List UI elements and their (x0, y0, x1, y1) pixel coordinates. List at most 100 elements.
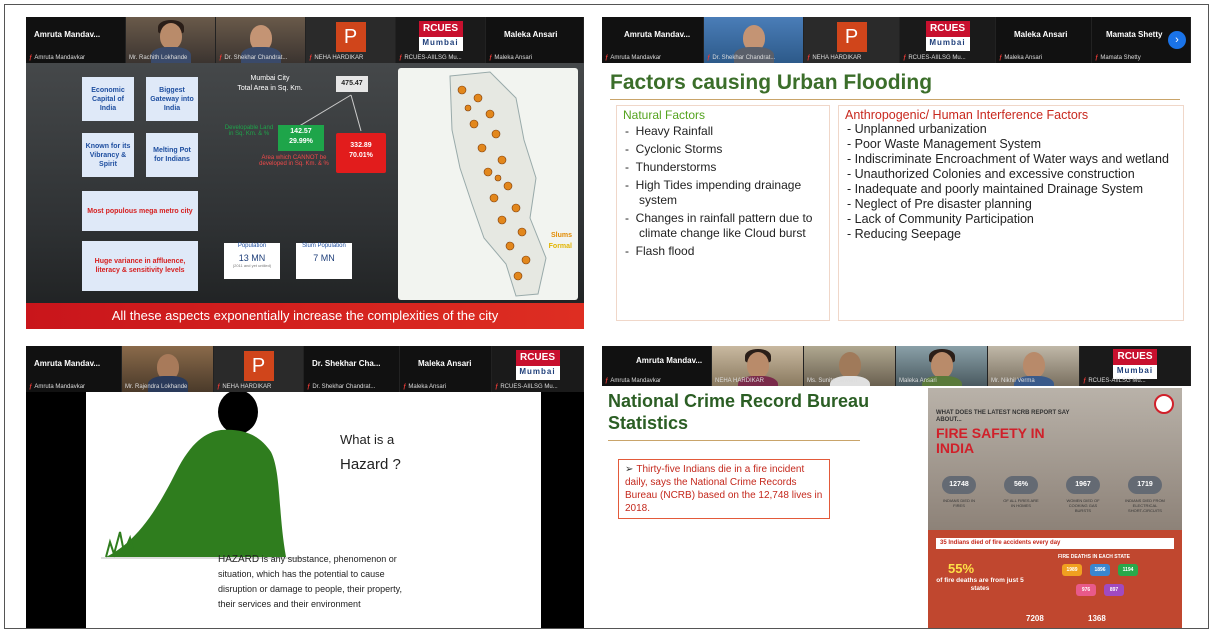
mic-muted-icon: ƒ (399, 55, 403, 61)
developable-box: 142.57 29.99% (278, 125, 324, 151)
participant-tile[interactable]: Mr. Rajendra Lokhande (122, 346, 214, 392)
info-box: Huge variance in affluence, literacy & s… (82, 241, 198, 291)
anthropogenic-factors-box: Anthropogenic/ Human Interference Factor… (838, 105, 1184, 321)
list-item: - Poor Waste Management System (847, 137, 1042, 151)
participant-tile[interactable]: Ms. Sunita Sawant (804, 346, 896, 386)
state-value: 1989 (1062, 564, 1082, 576)
population-box: Population 13 MN (2011 and yet untiled) (224, 243, 280, 279)
mic-muted-icon: ƒ (605, 378, 609, 384)
mic-muted-icon: ƒ (807, 55, 811, 61)
participant-tile[interactable]: P ƒ NEHA HARDIKAR (804, 17, 900, 63)
participant-tile[interactable]: Mamata Shetty ƒ Mamata Shetty › (1092, 17, 1191, 63)
list-item: - Reducing Seepage (847, 227, 961, 241)
participant-tile[interactable]: Maleka Ansari ƒ Maleka Ansari (996, 17, 1092, 63)
mumbai-map: Slums Formal (398, 68, 578, 300)
participant-caption: Mr. Rachith Lokhande (129, 55, 188, 61)
mumbai-map-graphic (449, 71, 547, 297)
ncrb-bullet: ➢ Thirty-five Indians die in a fire incid… (618, 459, 830, 519)
state-value: 1896 (1090, 564, 1110, 576)
mic-muted-icon: ƒ (999, 55, 1003, 61)
bottom-stat: 7208 (1026, 614, 1044, 623)
list-item: - Heavy Rainfall (625, 124, 714, 138)
stat-badge: 1967 (1066, 476, 1100, 494)
legend-slums: Slums (550, 232, 572, 239)
participant-strip: Amruta Mandav... ƒ Amruta Mandavkar NEHA … (602, 346, 1191, 386)
mic-muted-icon: ƒ (309, 55, 313, 61)
stat-label: OF ALL FIRES ARE IN HOMES (1003, 498, 1039, 508)
participant-tile[interactable]: Maleka Ansari ƒ Maleka Ansari (400, 346, 492, 392)
legend-formal: Formal (548, 243, 572, 250)
shared-slide: What is a Hazard ? HAZARD is any substan… (26, 392, 584, 628)
participant-tile[interactable]: RCUES Mumbai ƒ RCUES-AIILSG Mu... (900, 17, 996, 63)
non-developable-label: Area which CANNOT be developed in Sq. Km… (259, 155, 329, 167)
participant-video (1022, 352, 1045, 378)
participant-tile[interactable]: Amruta Mandav... ƒ Amruta Mandavkar (26, 346, 122, 392)
participant-tile[interactable]: P ƒ NEHA HARDIKAR (214, 346, 304, 392)
participant-tile[interactable]: NEHA HARDIKAR (712, 346, 804, 386)
participant-caption: ƒ NEHA HARDIKAR (217, 384, 272, 390)
participant-tile[interactable]: Mr. Nikhil Verma (988, 346, 1080, 386)
participant-tile[interactable]: RCUES Mumbai ƒ RCUES-AIILSG Mu... (492, 346, 584, 392)
seal-icon (1154, 394, 1174, 414)
participant-caption: ƒ NEHA HARDIKAR (309, 55, 364, 61)
rcues-logo: RCUES Mumbai (1113, 349, 1157, 379)
city-label: Mumbai City (250, 75, 290, 82)
participant-caption: ƒ RCUES-AIILSG Mu... (399, 55, 462, 61)
participant-caption: ƒ Amruta Mandavkar (605, 55, 662, 61)
mic-muted-icon: ƒ (605, 55, 609, 61)
participant-caption: ƒ Maleka Ansari (403, 384, 447, 390)
participant-name: Amruta Mandav... (636, 356, 703, 365)
fire-safety-infographic: WHAT DOES THE LATEST NCRB REPORT SAY ABO… (928, 388, 1182, 628)
participant-tile[interactable]: Amruta Mandav... ƒ Amruta Mandavkar (602, 17, 704, 63)
participant-caption: Ms. Sunita Sawant (807, 378, 858, 384)
total-area-value: 475.47 (336, 76, 368, 92)
participant-tile[interactable]: Amruta Mandav... ƒ Amruta Mandavkar (602, 346, 712, 386)
participant-caption: Maleka Ansari (899, 378, 937, 384)
list-item: - Indiscriminate Encroachment of Water w… (847, 152, 1169, 166)
participant-tile[interactable]: RCUES Mumbai ƒ RCUES-AIILSG Mu... (1080, 346, 1191, 386)
mic-muted-icon: ƒ (29, 384, 33, 390)
participant-tile[interactable]: Dr. Shekhar Cha... ƒ Dr. Shekhar Chandrat… (304, 346, 400, 392)
stat-label: INDIANS DIED IN FIRES (942, 498, 975, 508)
avatar-initial-p: P (335, 22, 366, 52)
slum-population-box: Slum Population 7 MN (296, 243, 352, 279)
participant-tile[interactable]: RCUES Mumbai ƒ RCUES-AIILSG Mu... (396, 17, 486, 63)
list-item: - Lack of Community Participation (847, 212, 1034, 226)
stat-label: WOMEN DIED OF COOKING GAS BURSTS (1066, 498, 1100, 513)
mic-muted-icon: ƒ (403, 384, 407, 390)
side-margin (26, 392, 86, 628)
mic-muted-icon: ƒ (219, 55, 223, 61)
arrow-bullet-icon: ➢ (625, 464, 634, 475)
shared-slide: Economic Capital of India Biggest Gatewa… (26, 63, 584, 329)
hazard-mountain-illustration (101, 392, 301, 559)
next-page-icon[interactable]: › (1168, 31, 1186, 49)
hazard-question-line2: Hazard ? (340, 456, 401, 473)
participant-tile[interactable]: ƒ Dr. Shekhar Chandrat... (704, 17, 804, 63)
hazard-question-line1: What is a (340, 432, 395, 447)
participant-caption: ƒ RCUES-AIILSG Mu... (495, 384, 558, 390)
participant-tile[interactable]: Maleka Ansari ƒ Maleka Ansari (486, 17, 584, 63)
developable-label: Developable Land in Sq. Km. & % (224, 125, 274, 137)
percent-text: of fire deaths are from just 5 states (936, 577, 1024, 592)
participant-tile[interactable]: ƒ Dr. Shekhar Chandrat... (216, 17, 306, 63)
participant-caption: ƒ NEHA HARDIKAR (807, 55, 862, 61)
participant-caption: ƒ RCUES-AIILSG Mu... (1083, 378, 1146, 384)
mic-muted-icon: ƒ (495, 384, 499, 390)
mic-muted-icon: ƒ (29, 55, 33, 61)
participant-strip: Amruta Mandav... ƒ Amruta Mandavkar Mr. R… (26, 346, 584, 392)
list-item: - Unplanned urbanization (847, 122, 987, 136)
participant-tile[interactable]: Mr. Rachith Lokhande (126, 17, 216, 63)
slide-title: National Crime Record Bureau Statistics (608, 391, 870, 433)
list-item: - Changes in rainfall pattern due to cli… (625, 211, 813, 240)
participant-tile[interactable]: Amruta Mandav... ƒ Amruta Mandavkar (26, 17, 126, 63)
slide-banner: All these aspects exponentially increase… (26, 303, 584, 329)
state-value: 897 (1104, 584, 1124, 596)
participant-caption: NEHA HARDIKAR (715, 378, 765, 384)
participant-caption: ƒ Dr. Shekhar Chandrat... (707, 55, 776, 61)
participant-caption: ƒ Amruta Mandavkar (29, 55, 86, 61)
participant-tile[interactable]: P ƒ NEHA HARDIKAR (306, 17, 396, 63)
participant-name: Dr. Shekhar Cha... (312, 359, 381, 368)
participant-caption: ƒ Amruta Mandavkar (29, 384, 86, 390)
list-item: - Flash flood (625, 244, 695, 258)
participant-tile[interactable]: Maleka Ansari (896, 346, 988, 386)
